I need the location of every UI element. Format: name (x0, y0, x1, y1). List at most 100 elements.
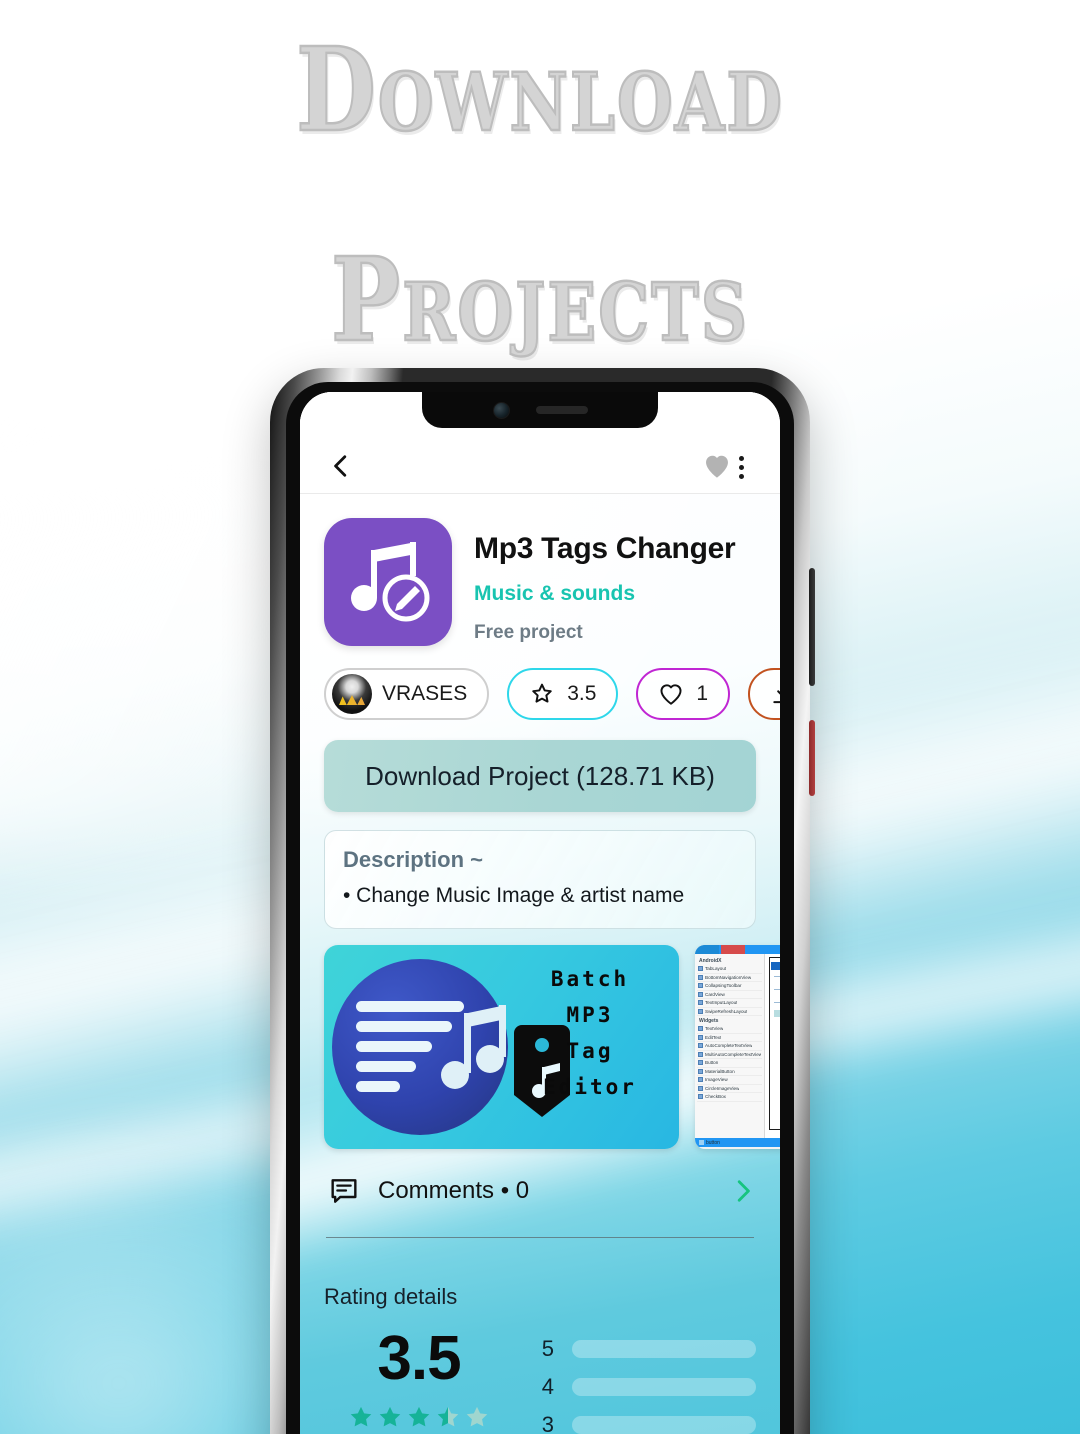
ide-bottom-icon (699, 1140, 704, 1145)
ide-palette-item[interactable]: EditText (697, 1034, 762, 1042)
ide-palette-item[interactable]: ImageView (697, 1076, 762, 1085)
preview-field-1 (774, 976, 780, 977)
earpiece-speaker (535, 406, 588, 414)
phone-bezel: Mp3 Tags Changer Music & sounds Free pro… (286, 382, 794, 1434)
power-button[interactable] (809, 720, 815, 796)
rating-bar-track (572, 1416, 756, 1434)
rating-stars (324, 1404, 514, 1430)
chip-rating[interactable]: 3.5 (507, 668, 619, 720)
preview-field-2 (774, 989, 780, 990)
three-dots-menu-icon (739, 456, 744, 461)
ide-palette: AndroidX TabLayout BottomNavigationView … (695, 954, 765, 1138)
ide-palette-item[interactable]: CheckBox (697, 1093, 762, 1102)
comments-row[interactable]: Comments • 0 (300, 1149, 780, 1207)
download-icon (773, 690, 780, 704)
ide-palette-item[interactable]: TextInputLayout (697, 999, 762, 1008)
phone-mockup: Mp3 Tags Changer Music & sounds Free pro… (270, 368, 815, 1434)
ide-palette-item[interactable]: SwipeRefreshLayout (697, 1008, 762, 1016)
app-price-label: Free project (474, 622, 583, 643)
ide-palette-item[interactable]: Button (697, 1059, 762, 1068)
ide-palette-item[interactable]: TextView (697, 1025, 762, 1034)
screenshot-1[interactable]: Batch MP3 Tag Editor (324, 945, 679, 1149)
description-card[interactable]: Description ~ • Change Music Image & art… (324, 830, 756, 929)
chip-author[interactable]: VRASES (324, 668, 490, 720)
app-content: Mp3 Tags Changer Music & sounds Free pro… (300, 392, 780, 1434)
rating-bar-track (572, 1340, 756, 1358)
app-header: Mp3 Tags Changer Music & sounds Free pro… (300, 494, 780, 646)
rating-details-body: 3.5 2 People (300, 1310, 780, 1434)
three-dots-menu-icon-dot3 (739, 474, 744, 479)
ide-device-preview (769, 957, 780, 1130)
star-icon (408, 1406, 430, 1427)
rating-score: 3.5 (377, 1324, 461, 1393)
chip-downloads[interactable]: 4 (748, 668, 780, 720)
download-project-button[interactable]: Download Project (128.71 KB) (324, 740, 756, 812)
rating-summary: 3.5 2 People (324, 1324, 514, 1434)
rating-bar-label: 3 (541, 1412, 554, 1434)
widget-icon (698, 1008, 703, 1014)
ide-palette-item[interactable]: CollapsingToolbar (697, 982, 762, 991)
rating-bar-track (572, 1378, 756, 1396)
stats-chip-row: VRASES 3.5 1 (300, 646, 780, 720)
heart-icon (706, 455, 728, 478)
rating-bar-row: 5 (540, 1336, 756, 1362)
star-empty-icon (466, 1406, 488, 1427)
ide-palette-section-androidx: AndroidX (699, 958, 722, 964)
rating-bar-row: 3 (540, 1412, 756, 1434)
ide-tab (695, 945, 719, 954)
chip-rating-label: 3.5 (567, 682, 597, 705)
comments-label: Comments • 0 (378, 1177, 530, 1204)
chip-likes-label: 1 (696, 682, 709, 705)
screenshot-1-line-2: MP3 (566, 1003, 614, 1028)
ide-palette-item[interactable]: MaterialButton (697, 1068, 762, 1076)
screenshot-gallery: Batch MP3 Tag Editor AndroidX TabLayout … (300, 929, 780, 1149)
chevron-right-icon[interactable] (730, 1176, 756, 1206)
ide-bottom-label: button (706, 1139, 720, 1146)
widget-icon (698, 1051, 703, 1057)
star-icon (350, 1406, 372, 1427)
widget-icon (698, 1026, 703, 1032)
section-divider (326, 1237, 754, 1238)
ide-palette-item[interactable]: TabLayout (697, 965, 762, 974)
star-icon (532, 683, 552, 703)
preview-app-bar (771, 962, 780, 970)
widget-icon (698, 1077, 703, 1083)
preview-field-label-1 (774, 978, 780, 983)
screenshot-1-line-1: Batch (550, 967, 630, 991)
ide-palette-item[interactable]: CircleImageView (697, 1085, 762, 1093)
app-meta: Mp3 Tags Changer Music & sounds Free pro… (474, 518, 736, 646)
three-dots-menu-icon-dot2 (739, 465, 744, 470)
favorite-button[interactable] (703, 453, 731, 479)
widget-icon (698, 1085, 703, 1091)
app-category[interactable]: Music & sounds (474, 582, 735, 606)
rating-bar-label: 5 (541, 1336, 554, 1361)
screenshot-1-text: Batch MP3 Tag Editor (515, 961, 665, 1105)
overflow-menu-button[interactable] (731, 456, 752, 479)
phone-screen: Mp3 Tags Changer Music & sounds Free pro… (300, 392, 780, 1434)
heart-outline-icon (660, 684, 682, 705)
preview-field-3 (774, 1002, 780, 1003)
widget-icon (698, 966, 703, 972)
volume-button[interactable] (809, 568, 815, 686)
widget-icon (698, 1068, 703, 1074)
back-button[interactable] (328, 453, 354, 479)
chip-likes[interactable]: 1 (636, 668, 731, 720)
back-arrow-icon (334, 455, 347, 477)
star-icon (379, 1406, 401, 1427)
ide-palette-item[interactable]: MultiAutoCompleteTextView (697, 1051, 762, 1059)
screenshot-2[interactable]: AndroidX TabLayout BottomNavigationView … (695, 945, 780, 1149)
ide-tab-bar (695, 945, 780, 954)
star-half-icon (437, 1406, 459, 1427)
widget-icon (698, 1094, 703, 1100)
description-heading: Description ~ (343, 847, 483, 872)
widget-icon (698, 1043, 703, 1049)
ide-palette-item[interactable]: CardView (697, 991, 762, 999)
app-title: Mp3 Tags Changer (474, 532, 736, 565)
ide-design-canvas[interactable] (765, 954, 780, 1138)
ide-palette-item[interactable]: AutoCompleteTextView (697, 1042, 762, 1051)
rating-bar-row: 4 (540, 1374, 756, 1400)
ide-bottom-bar: button (695, 1138, 780, 1147)
ide-body: AndroidX TabLayout BottomNavigationView … (695, 954, 780, 1138)
widget-icon (698, 991, 703, 997)
ide-palette-item[interactable]: BottomNavigationView (697, 974, 762, 982)
